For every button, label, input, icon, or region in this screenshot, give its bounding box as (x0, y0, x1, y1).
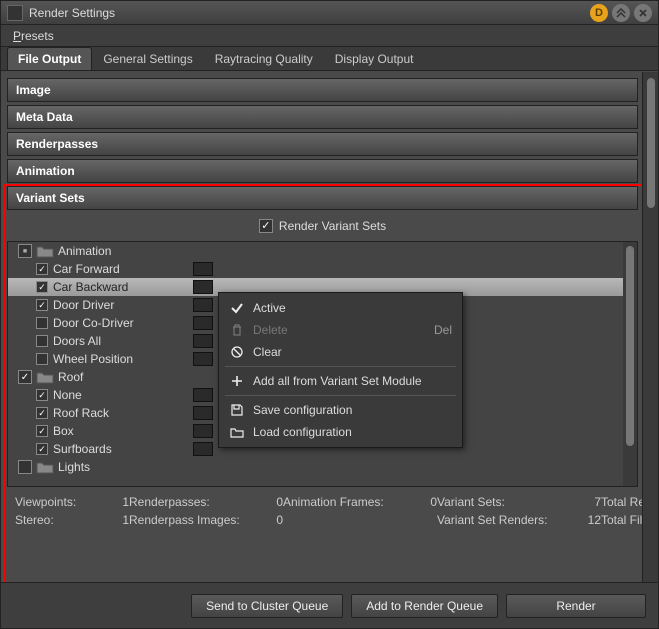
menubar: Presets (1, 25, 658, 47)
item-car-forward[interactable]: Car Forward (8, 260, 637, 278)
variant-thumb (193, 388, 213, 402)
plus-icon (229, 374, 245, 388)
content-area: Image Meta Data Renderpasses Animation V… (1, 72, 658, 582)
ctx-delete-shortcut: Del (434, 323, 452, 337)
group-lights-label: Lights (58, 460, 90, 474)
folder-icon (36, 370, 54, 384)
check-icon (229, 301, 245, 315)
presets-menu[interactable]: Presets (9, 27, 58, 45)
undock-icon[interactable] (612, 4, 630, 22)
variant-thumb (193, 298, 213, 312)
total-files-label: Total Files: (601, 513, 642, 527)
render-variant-sets-row: Render Variant Sets (7, 213, 638, 241)
render-variant-sets-checkbox[interactable] (259, 219, 273, 233)
tree-scrollbar[interactable] (623, 242, 637, 486)
titlebar: Render Settings D (1, 1, 658, 25)
variant-set-renders-value: 12 (577, 513, 601, 527)
variant-thumb (193, 352, 213, 366)
ctx-active[interactable]: Active (219, 297, 462, 319)
reset-icon[interactable]: D (590, 4, 608, 22)
ctx-add-all[interactable]: Add all from Variant Set Module (219, 370, 462, 392)
footer: Send to Cluster Queue Add to Render Queu… (1, 582, 658, 628)
status-area: Viewpoints:1 Renderpasses:0 Animation Fr… (7, 487, 638, 529)
group-animation-checkbox[interactable] (18, 244, 32, 258)
app-icon (7, 5, 23, 21)
anim-frames-label: Animation Frames: (283, 495, 413, 509)
ctx-separator (225, 366, 456, 367)
ctx-delete: Delete Del (219, 319, 462, 341)
panel-image[interactable]: Image (7, 78, 638, 102)
folder-icon (36, 244, 54, 258)
variant-sets-value: 7 (577, 495, 601, 509)
clear-icon (229, 345, 245, 359)
variant-sets-area: Variant Sets Render Variant Sets Animati… (7, 186, 638, 529)
variant-thumb (193, 424, 213, 438)
variant-thumb (193, 442, 213, 456)
variant-thumb (193, 316, 213, 330)
save-icon (229, 403, 245, 417)
window-title: Render Settings (29, 6, 586, 20)
anim-frames-value: 0 (413, 495, 437, 509)
variant-thumb (193, 262, 213, 276)
stereo-label: Stereo: (15, 513, 105, 527)
renderpass-images-label: Renderpass Images: (129, 513, 259, 527)
renderpass-images-value: 0 (259, 513, 283, 527)
group-roof-label: Roof (58, 370, 83, 384)
variant-thumb (193, 334, 213, 348)
item-checkbox[interactable] (36, 263, 48, 275)
renderpasses-value: 0 (259, 495, 283, 509)
trash-icon (229, 323, 245, 337)
item-checkbox[interactable] (36, 407, 48, 419)
context-menu: Active Delete Del Clear (218, 292, 463, 448)
folder-icon (36, 460, 54, 474)
panel-meta-data[interactable]: Meta Data (7, 105, 638, 129)
close-icon[interactable] (634, 4, 652, 22)
load-icon (229, 425, 245, 439)
panels-column: Image Meta Data Renderpasses Animation V… (1, 72, 642, 582)
item-checkbox[interactable] (36, 425, 48, 437)
ctx-load[interactable]: Load configuration (219, 421, 462, 443)
variant-sets-label: Variant Sets: (437, 495, 577, 509)
variant-thumb (193, 280, 213, 294)
tab-raytracing-quality[interactable]: Raytracing Quality (204, 47, 324, 70)
viewpoints-label: Viewpoints: (15, 495, 105, 509)
item-checkbox[interactable] (36, 389, 48, 401)
renderpasses-label: Renderpasses: (129, 495, 259, 509)
panel-animation[interactable]: Animation (7, 159, 638, 183)
panel-renderpasses[interactable]: Renderpasses (7, 132, 638, 156)
item-checkbox[interactable] (36, 335, 48, 347)
stereo-value: 1 (105, 513, 129, 527)
group-animation[interactable]: Animation (8, 242, 637, 260)
item-checkbox[interactable] (36, 281, 48, 293)
tab-bar: File Output General Settings Raytracing … (1, 47, 658, 71)
ctx-separator (225, 395, 456, 396)
item-checkbox[interactable] (36, 317, 48, 329)
tab-general-settings[interactable]: General Settings (92, 47, 203, 70)
total-renders-label: Total Renders: (601, 495, 642, 509)
tab-file-output[interactable]: File Output (7, 47, 92, 70)
ctx-save[interactable]: Save configuration (219, 399, 462, 421)
item-checkbox[interactable] (36, 443, 48, 455)
group-lights[interactable]: Lights (8, 458, 637, 476)
viewpoints-value: 1 (105, 495, 129, 509)
group-roof-checkbox[interactable] (18, 370, 32, 384)
group-animation-label: Animation (58, 244, 111, 258)
group-lights-checkbox[interactable] (18, 460, 32, 474)
variant-set-renders-label: Variant Set Renders: (437, 513, 577, 527)
send-cluster-button[interactable]: Send to Cluster Queue (191, 594, 343, 618)
item-checkbox[interactable] (36, 353, 48, 365)
variant-tree: Animation Car Forward Car Backward Door … (7, 241, 638, 487)
variant-thumb (193, 406, 213, 420)
render-button[interactable]: Render (506, 594, 646, 618)
tab-display-output[interactable]: Display Output (324, 47, 425, 70)
content-scrollbar[interactable] (642, 72, 658, 582)
add-queue-button[interactable]: Add to Render Queue (351, 594, 498, 618)
panel-variant-sets[interactable]: Variant Sets (7, 186, 638, 210)
render-variant-sets-label: Render Variant Sets (279, 219, 386, 233)
item-checkbox[interactable] (36, 299, 48, 311)
render-settings-window: Render Settings D Presets File Output Ge… (0, 0, 659, 629)
ctx-clear[interactable]: Clear (219, 341, 462, 363)
